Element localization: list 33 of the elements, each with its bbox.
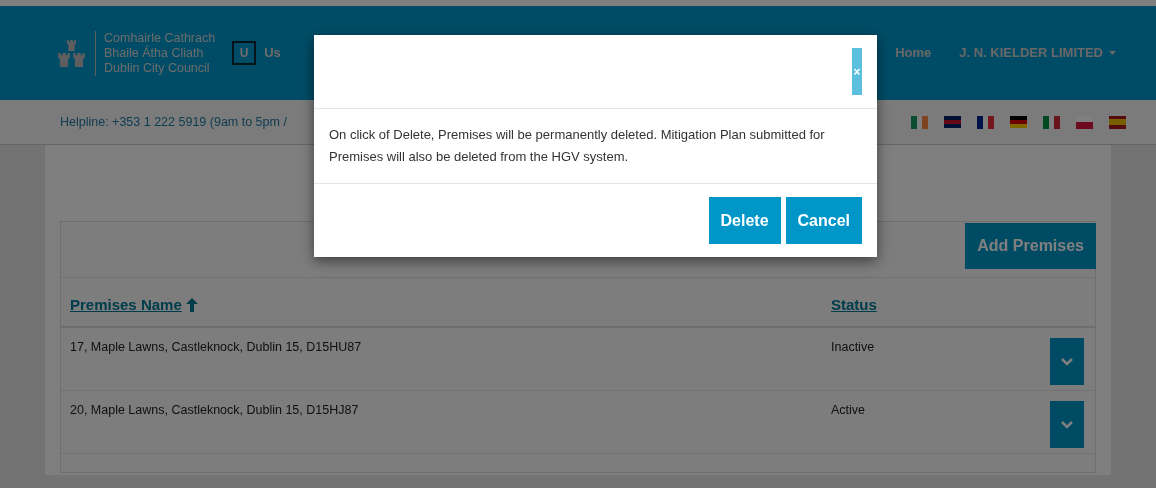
helpline-text: Helpline: +353 1 222 5919 (9am to 5pm / — [60, 113, 287, 131]
caret-icon — [1109, 51, 1116, 55]
account-menu[interactable]: J. N. KIELDER LIMITED — [959, 43, 1116, 63]
nav-link[interactable]: Home — [895, 43, 932, 63]
delete-button[interactable]: Delete — [708, 197, 781, 244]
premises-status: Active — [831, 402, 867, 419]
cancel-button[interactable]: Cancel — [785, 197, 862, 244]
premises-name: 20, Maple Lawns, Castleknock, Dublin 15, D15HJ87 — [70, 402, 360, 419]
flag-icon[interactable] — [977, 115, 994, 129]
dialog-message: On click of Delete, Premises will be permanently deleted. Mitigation Plan submitted for Premises will also be deleted from the HGV system. — [329, 126, 826, 166]
user-initial[interactable]: U — [232, 41, 257, 65]
premises-name: 17, Maple Lawns, Castleknock, Dublin 15, D15HU87 — [70, 339, 363, 356]
flag-icon[interactable] — [944, 115, 961, 129]
column-header[interactable]: Premises Name — [70, 293, 831, 316]
castle-icon — [58, 52, 70, 67]
premises-status: Inactive — [831, 339, 876, 356]
castle-icon — [67, 39, 76, 51]
flag-icon[interactable] — [911, 115, 928, 129]
chevron-down-icon — [1061, 420, 1073, 429]
chevron-down-icon — [1061, 357, 1073, 366]
close-button[interactable]: × — [852, 48, 862, 95]
flag-icon[interactable] — [1043, 115, 1060, 129]
add-premises-button[interactable]: Add Premises — [965, 223, 1096, 269]
user-label[interactable]: Us — [264, 43, 281, 63]
column-header[interactable]: Status — [831, 293, 877, 316]
flag-icon[interactable] — [1010, 115, 1027, 129]
council-name: Dublin City Council — [104, 60, 211, 76]
castle-icon — [73, 52, 85, 67]
council-name: Comhairle Cathrach — [104, 30, 216, 45]
flag-icon[interactable] — [1109, 115, 1126, 129]
flag-icon[interactable] — [1076, 115, 1093, 129]
council-name: Bhaile Átha Cliath — [104, 45, 205, 61]
sort-up-icon — [185, 297, 198, 312]
